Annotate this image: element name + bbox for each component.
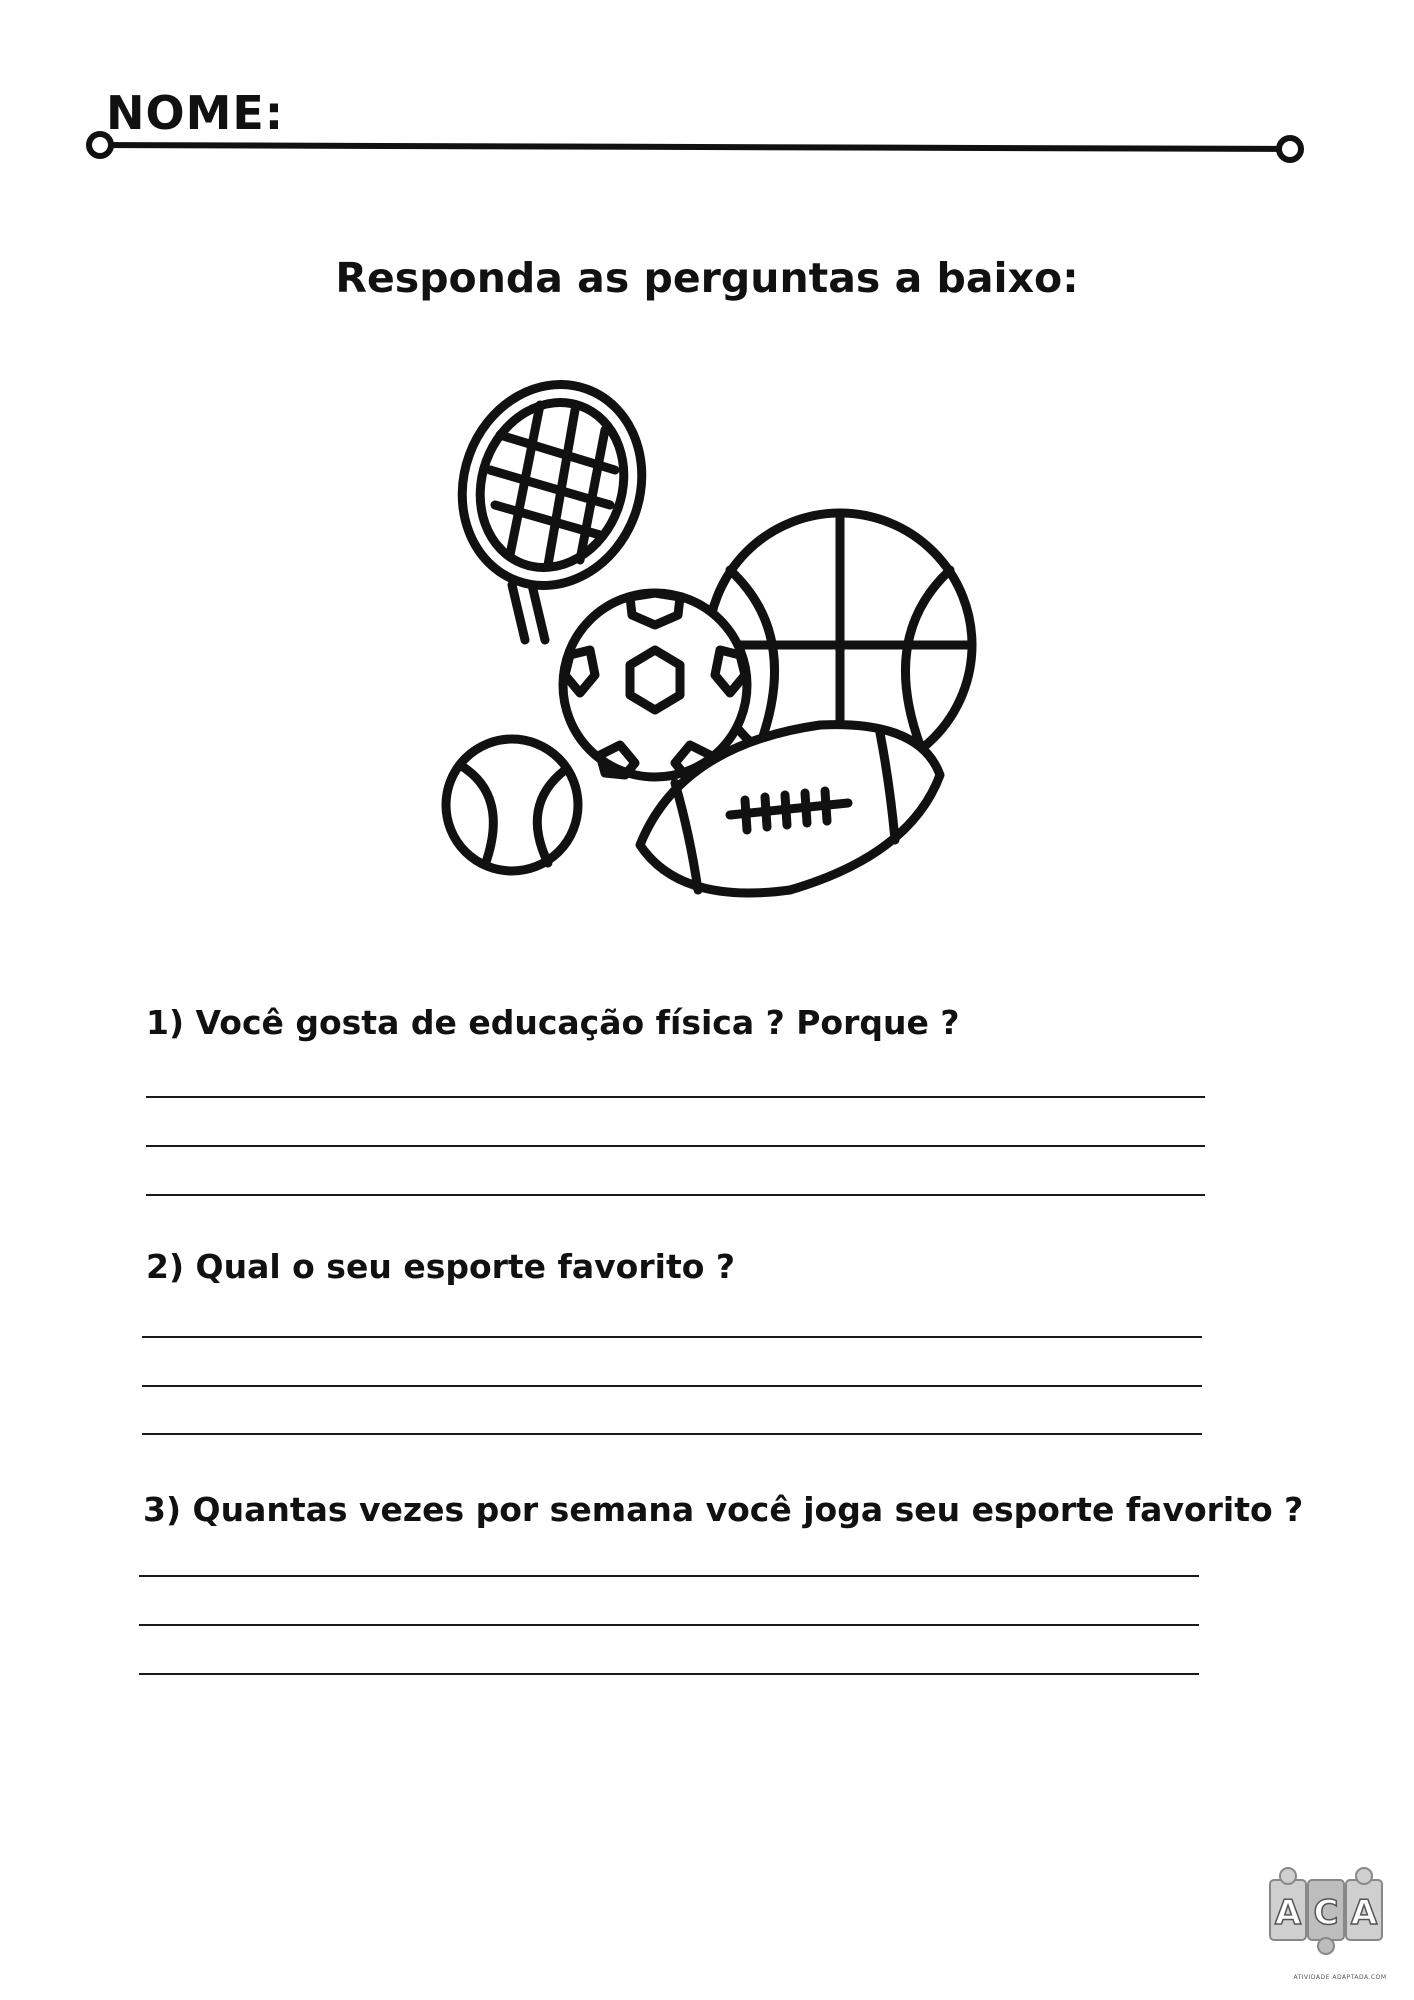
page-title: Responda as perguntas a baixo: xyxy=(335,254,1079,302)
soccer-ball-icon xyxy=(558,588,752,782)
logo-letter: A xyxy=(1275,1893,1302,1933)
answer-line[interactable] xyxy=(146,1096,1205,1098)
logo: A C A xyxy=(1269,1867,1383,1955)
answer-line[interactable] xyxy=(142,1433,1202,1435)
question-2: 2) Qual o seu esporte favorito ? xyxy=(146,1247,736,1286)
name-label: NOME: xyxy=(106,86,285,140)
question-1: 1) Você gosta de educação física ? Porqu… xyxy=(146,1003,960,1042)
answer-line[interactable] xyxy=(146,1145,1205,1147)
answer-line[interactable] xyxy=(146,1194,1205,1196)
sports-balls-icon xyxy=(441,380,977,898)
answer-line[interactable] xyxy=(142,1336,1202,1338)
answer-line[interactable] xyxy=(142,1385,1202,1387)
answer-line[interactable] xyxy=(139,1624,1199,1626)
question-3: 3) Quantas vezes por semana você joga se… xyxy=(143,1490,1304,1529)
logo-letter: C xyxy=(1314,1893,1339,1933)
answer-line[interactable] xyxy=(139,1575,1199,1577)
logo-caption: ATIVIDADE ADAPTADA.COM xyxy=(1293,1974,1387,1981)
logo-letter: A xyxy=(1351,1893,1378,1933)
tennis-ball-icon xyxy=(441,734,583,876)
answer-line[interactable] xyxy=(139,1673,1199,1675)
